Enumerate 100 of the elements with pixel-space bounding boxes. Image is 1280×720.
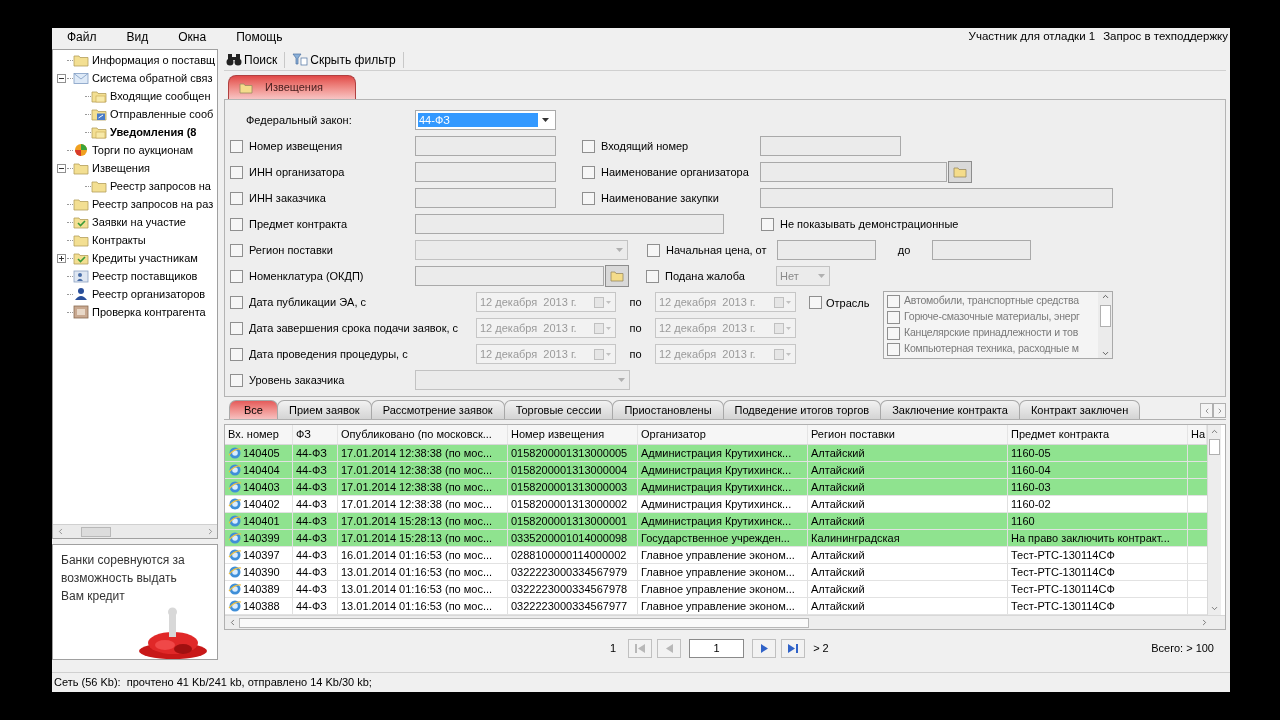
table-row[interactable]: 140397 44-ФЗ 16.01.2014 01:16:53 (по мос... 0288100000114000002 Главное управление эконом... Алтайский Тест-РТС-130114СФ (225, 547, 1207, 564)
text-field[interactable] (415, 266, 604, 286)
status-tab[interactable]: Рассмотрение заявок (370, 400, 505, 419)
text-field[interactable] (777, 240, 876, 260)
search-button[interactable]: Поиск (224, 50, 280, 69)
text-field[interactable] (760, 188, 1113, 208)
text-field[interactable] (760, 136, 901, 156)
first-page-button[interactable] (628, 638, 653, 658)
checkbox[interactable] (582, 139, 595, 153)
tree-item[interactable]: Кредиты участникам (92, 249, 198, 267)
table-row[interactable]: 140401 44-ФЗ 17.01.2014 15:28:13 (по мос... 0158200001313000001 Администрация Крутихинск... Алтайский 1160 (225, 513, 1207, 530)
table-row[interactable]: 140403 44-ФЗ 17.01.2014 12:38:38 (по мос... 0158200001313000003 Администрация Крутихинск... Алтайский 1160-03 (225, 479, 1207, 496)
status-tab[interactable]: Контракт заключен (1018, 400, 1141, 419)
tree-item[interactable]: Реестр запросов на раз (92, 195, 214, 213)
tree-item[interactable]: Входящие сообщен (110, 87, 211, 105)
checkbox[interactable] (230, 191, 243, 205)
list-option[interactable]: Компьютерная техника, расходные м (904, 341, 1079, 357)
scrollbar-thumb[interactable] (1099, 305, 1111, 327)
page-number[interactable]: 1 (610, 639, 617, 657)
status-tab[interactable]: Заключение контракта (880, 400, 1020, 419)
checkbox[interactable] (887, 294, 900, 308)
checkbox[interactable] (230, 347, 243, 361)
table-row[interactable]: 140402 44-ФЗ 17.01.2014 12:38:38 (по мос... 0158200001313000002 Администрация Крутихинск... Алтайский 1160-02 (225, 496, 1207, 513)
expand-toggle[interactable] (56, 253, 66, 263)
scrollbar-thumb[interactable] (81, 526, 111, 537)
scrollbar[interactable] (1207, 425, 1221, 615)
table-row[interactable]: 140390 44-ФЗ 13.01.2014 01:16:53 (по мос... 0322223000334567979 Главное управление эконом... Алтайский Тест-РТС-130114СФ (225, 564, 1207, 581)
text-field[interactable] (415, 162, 556, 182)
menu-item[interactable]: Вид (111, 28, 164, 46)
scrollbar[interactable] (225, 615, 1225, 629)
tree-item[interactable]: Заявки на участие (92, 213, 186, 231)
checkbox[interactable] (809, 296, 822, 309)
text-field[interactable] (415, 214, 724, 234)
list-option[interactable]: Горюче-смазочные материалы, энерг (904, 309, 1080, 325)
text-field[interactable] (760, 162, 947, 182)
text-field[interactable] (415, 188, 556, 208)
table-row[interactable]: 140404 44-ФЗ 17.01.2014 12:38:38 (по мос... 0158200001313000004 Администрация Крутихинск... Алтайский 1160-04 (225, 462, 1207, 479)
menu-item[interactable]: Окна (163, 28, 222, 46)
status-tab[interactable]: Прием заявок (276, 400, 372, 419)
column-header[interactable]: Предмет контракта (1008, 425, 1188, 444)
list-option[interactable]: Автомобили, транспортные средства (904, 293, 1079, 309)
select-field[interactable] (415, 240, 628, 260)
scrollbar[interactable] (53, 524, 217, 539)
column-header[interactable]: Номер извещения (508, 425, 638, 444)
menu-item[interactable]: Файл (52, 28, 112, 46)
collapse-toggle[interactable] (56, 163, 66, 173)
column-header[interactable]: Вх. номер (225, 425, 293, 444)
tree-item[interactable]: Реестр поставщиков (92, 267, 198, 285)
checkbox[interactable] (230, 295, 243, 309)
checkbox[interactable] (582, 191, 595, 205)
tree-item[interactable]: Проверка контрагента (92, 303, 206, 321)
checkbox[interactable] (761, 217, 774, 231)
industry-list[interactable]: Автомобили, транспортные средства Горюче-смазочные материалы, энерг Канцелярские принадлежности и тов Компьютерная техника, расходные м (883, 291, 1113, 359)
scrollbar-thumb[interactable] (239, 617, 809, 628)
tree-item[interactable]: Отправленные сооб (110, 105, 214, 123)
previous-page-button[interactable] (657, 638, 682, 658)
next-page-button[interactable] (752, 638, 777, 658)
column-header[interactable]: Опубликовано (по московск... (338, 425, 508, 444)
status-tab[interactable]: Подведение итогов торгов (722, 400, 882, 419)
column-header[interactable]: ФЗ (293, 425, 338, 444)
table-row[interactable]: 140399 44-ФЗ 17.01.2014 15:28:13 (по мос... 0335200001014000098 Государственное учрежден... Калининградская На право заключить контракт... (225, 530, 1207, 547)
browse-button[interactable] (605, 265, 629, 287)
status-tab[interactable]: Все (229, 400, 278, 419)
document-tab[interactable]: Извещения (228, 75, 356, 99)
checkbox[interactable] (230, 321, 243, 335)
checkbox[interactable] (887, 326, 900, 340)
status-tab[interactable]: Торговые сессии (503, 400, 614, 419)
table-row[interactable]: 140388 44-ФЗ 13.01.2014 01:16:53 (по мос... 0322223000334567977 Главное управление эконом... Алтайский Тест-РТС-130114СФ (225, 598, 1207, 615)
checkbox[interactable] (230, 373, 243, 387)
checkbox[interactable] (230, 269, 243, 283)
scroll-left-button[interactable] (1200, 403, 1213, 418)
tree-item[interactable]: Уведомления (8 (110, 123, 197, 141)
tree-item[interactable]: Торги по аукционам (92, 141, 194, 159)
checkbox[interactable] (230, 139, 243, 153)
scroll-right-button[interactable] (1213, 403, 1226, 418)
browse-button[interactable] (948, 161, 972, 183)
menu-item[interactable]: Помощь (221, 28, 298, 46)
tree-item[interactable]: Контракты (92, 231, 146, 249)
status-tab[interactable]: Приостановлены (612, 400, 724, 419)
table-row[interactable]: 140389 44-ФЗ 13.01.2014 01:16:53 (по мос... 0322223000334567978 Главное управление эконом... Алтайский Тест-РТС-130114СФ (225, 581, 1207, 598)
select-field[interactable] (415, 370, 630, 390)
page-input[interactable]: 1 (689, 638, 745, 658)
column-header[interactable]: Организатор (638, 425, 808, 444)
tree-item[interactable]: Система обратной связ (92, 69, 213, 87)
more-pages[interactable]: > 2 (813, 639, 829, 657)
list-option[interactable]: Канцелярские принадлежности и тов (904, 325, 1079, 341)
checkbox[interactable] (230, 217, 243, 231)
tree-item[interactable]: Реестр запросов на (110, 177, 211, 195)
scrollbar[interactable] (1098, 292, 1112, 358)
text-field[interactable] (932, 240, 1031, 260)
text-field[interactable] (415, 136, 556, 156)
checkbox[interactable] (582, 165, 595, 179)
table-row[interactable]: 140405 44-ФЗ 17.01.2014 12:38:38 (по мос... 0158200001313000005 Администрация Крутихинск... Алтайский 1160-05 (225, 445, 1207, 462)
checkbox[interactable] (646, 269, 659, 283)
collapse-toggle[interactable] (56, 73, 66, 83)
checkbox[interactable] (230, 243, 243, 257)
column-header[interactable]: Регион поставки (808, 425, 1008, 444)
checkbox[interactable] (887, 342, 900, 356)
hide-filter-button[interactable]: Скрыть фильтр (290, 50, 398, 69)
last-page-button[interactable] (781, 638, 806, 658)
